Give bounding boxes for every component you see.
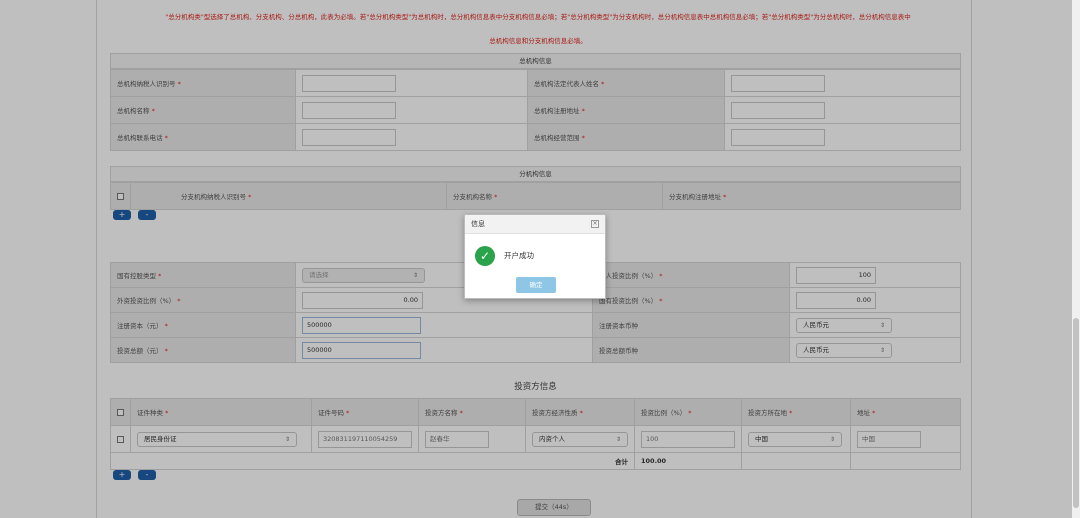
dialog-message: 开户成功 (504, 251, 534, 260)
dialog-header: 信息 × (465, 215, 605, 234)
success-check-icon: ✓ (475, 246, 495, 266)
scrollbar[interactable] (1072, 0, 1080, 518)
dialog-ok-button[interactable]: 确定 (516, 277, 556, 293)
close-icon[interactable]: × (591, 220, 599, 228)
scroll-thumb[interactable] (1073, 318, 1079, 508)
dialog-title: 信息 (471, 220, 485, 228)
info-dialog: 信息 × ✓ 开户成功 确定 (464, 214, 606, 299)
page: "总分机构类"型选择了总机构、分支机构、分总机构，此表为必填。若"总分机构类型"… (0, 0, 1080, 518)
